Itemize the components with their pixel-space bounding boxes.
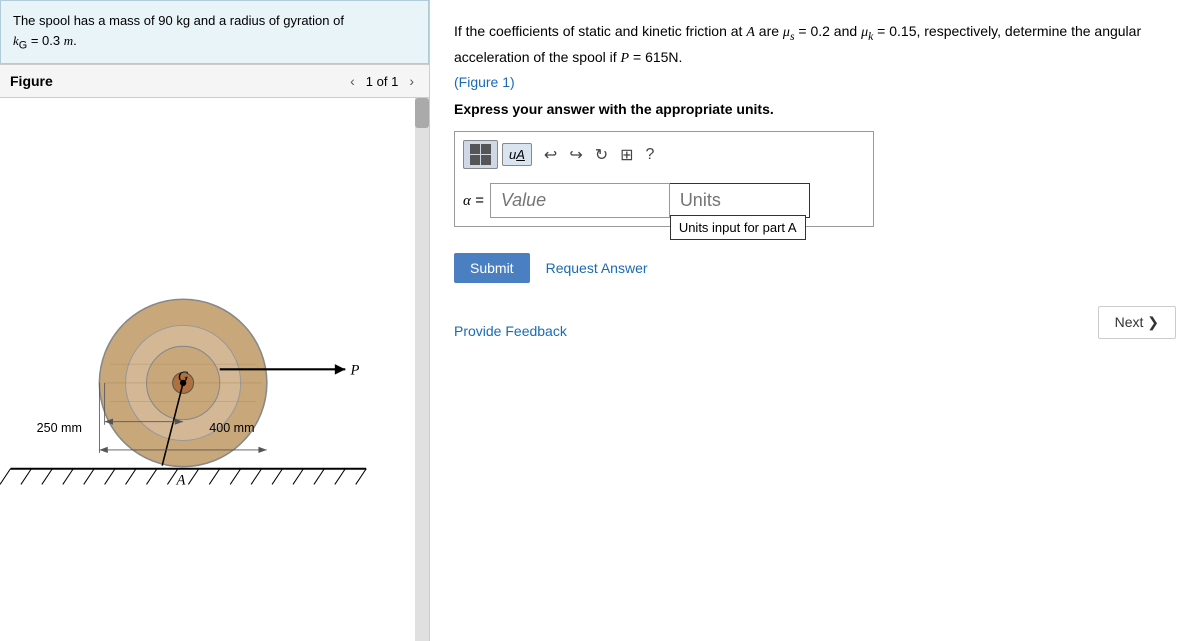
bottom-row: Provide Feedback Next ❯	[454, 303, 1176, 339]
fraction-button[interactable]	[463, 140, 498, 169]
figure-canvas: G P 250 mm 400 mm A	[0, 98, 429, 641]
next-button[interactable]: Next ❯	[1098, 306, 1176, 339]
answer-input-row: α = Units input for part A	[463, 183, 865, 218]
figure-page: 1 of 1	[366, 74, 399, 89]
request-answer-link[interactable]: Request Answer	[546, 260, 648, 276]
figure-section: Figure ‹ 1 of 1 ›	[0, 64, 429, 641]
figure-title: Figure	[10, 73, 53, 89]
provide-feedback-link[interactable]: Provide Feedback	[454, 323, 567, 339]
figure-next-button[interactable]: ›	[404, 71, 419, 91]
alpha-equals-label: α =	[463, 192, 484, 210]
figure-prev-button[interactable]: ‹	[345, 71, 360, 91]
question-text: If the coefficients of static and kineti…	[454, 20, 1176, 93]
value-input[interactable]	[490, 183, 670, 218]
units-tooltip: Units input for part A	[670, 215, 806, 240]
svg-text:400 mm: 400 mm	[209, 421, 254, 435]
keyboard-button[interactable]: ⊞	[616, 143, 637, 167]
submit-button[interactable]: Submit	[454, 253, 530, 283]
action-row: Submit Request Answer	[454, 253, 1176, 283]
right-panel: If the coefficients of static and kineti…	[430, 0, 1200, 641]
express-answer-label: Express your answer with the appropriate…	[454, 101, 1176, 117]
svg-text:250 mm: 250 mm	[37, 421, 82, 435]
answer-toolbar: uA ↩ ↪ ↻ ⊞ ?	[463, 140, 865, 175]
refresh-button[interactable]: ↻	[591, 143, 612, 167]
spool-svg: G P 250 mm 400 mm A	[0, 98, 429, 641]
problem-info-box: The spool has a mass of 90 kg and a radi…	[0, 0, 429, 64]
scroll-thumb[interactable]	[415, 98, 429, 128]
svg-text:P: P	[350, 363, 360, 379]
undo-button[interactable]: ↩	[540, 143, 561, 167]
units-wrapper: Units input for part A	[670, 183, 810, 218]
units-input[interactable]	[670, 183, 810, 218]
figure-header: Figure ‹ 1 of 1 ›	[0, 65, 429, 98]
grid-icon	[470, 144, 491, 165]
answer-box: uA ↩ ↪ ↻ ⊞ ? α = Units input for part A	[454, 131, 874, 227]
problem-info-text: The spool has a mass of 90 kg and a radi…	[13, 13, 344, 28]
left-panel: The spool has a mass of 90 kg and a radi…	[0, 0, 430, 641]
figure-scrollbar[interactable]	[415, 98, 429, 641]
figure-link[interactable]: (Figure 1)	[454, 74, 515, 90]
figure-nav: ‹ 1 of 1 ›	[345, 71, 419, 91]
problem-kg-formula: kG = 0.3 m.	[13, 33, 77, 48]
redo-button[interactable]: ↪	[565, 143, 586, 167]
help-button[interactable]: ?	[642, 144, 659, 166]
uA-underline: A	[516, 147, 525, 162]
svg-text:A: A	[176, 473, 186, 489]
unit-button[interactable]: uA	[502, 143, 532, 166]
